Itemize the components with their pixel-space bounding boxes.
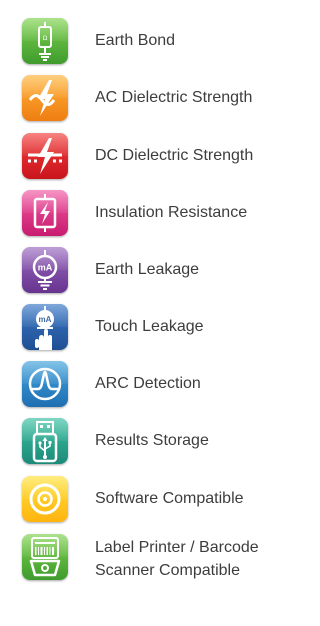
dc-dielectric-icon: [22, 133, 68, 179]
earth-leakage-icon: mA: [22, 247, 68, 293]
feature-label-line-2: Scanner Compatible: [95, 562, 240, 579]
feature-dc-dielectric: DC Dielectric Strength: [0, 133, 301, 181]
arc-detection-icon: [22, 361, 68, 407]
feature-label: ARC Detection: [95, 375, 201, 392]
svg-text:Ω: Ω: [43, 35, 48, 42]
badge-text: mA: [38, 263, 53, 273]
feature-label-line-1: Label Printer / Barcode: [95, 539, 259, 556]
feature-label: Earth Leakage: [95, 261, 200, 278]
feature-results-storage: Results Storage: [0, 418, 301, 466]
usb-storage-icon: [22, 418, 68, 464]
feature-insulation-resistance: Insulation Resistance: [0, 190, 301, 238]
feature-label: Insulation Resistance: [95, 204, 248, 221]
feature-label: DC Dielectric Strength: [95, 147, 254, 164]
feature-label: Touch Leakage: [95, 318, 204, 335]
feature-software-compatible: Software Compatible: [0, 476, 301, 524]
insulation-resistance-icon: [22, 190, 68, 236]
feature-label: Results Storage: [95, 432, 209, 449]
feature-arc-detection: ARC Detection: [0, 361, 301, 409]
feature-touch-leakage: mA Touch Leakage: [0, 304, 301, 352]
feature-label: Earth Bond: [95, 32, 176, 49]
feature-earth-leakage: mA Earth Leakage: [0, 247, 301, 295]
feature-label: AC Dielectric Strength: [95, 89, 253, 106]
touch-leakage-icon: mA: [22, 304, 68, 350]
feature-ac-dielectric: AC Dielectric Strength: [0, 75, 301, 123]
feature-label-multiline: Label Printer / Barcode Scanner Compatib…: [95, 536, 259, 582]
feature-label: Software Compatible: [95, 490, 244, 507]
ac-dielectric-icon: [22, 75, 68, 121]
feature-earth-bond: Ω Earth Bond: [0, 18, 301, 66]
badge-text: mA: [39, 315, 52, 324]
barcode-scanner-icon: [22, 534, 68, 580]
earth-bond-icon: Ω: [22, 18, 68, 64]
disc-icon: [22, 476, 68, 522]
feature-label-printer-barcode: Label Printer / Barcode Scanner Compatib…: [0, 534, 301, 592]
